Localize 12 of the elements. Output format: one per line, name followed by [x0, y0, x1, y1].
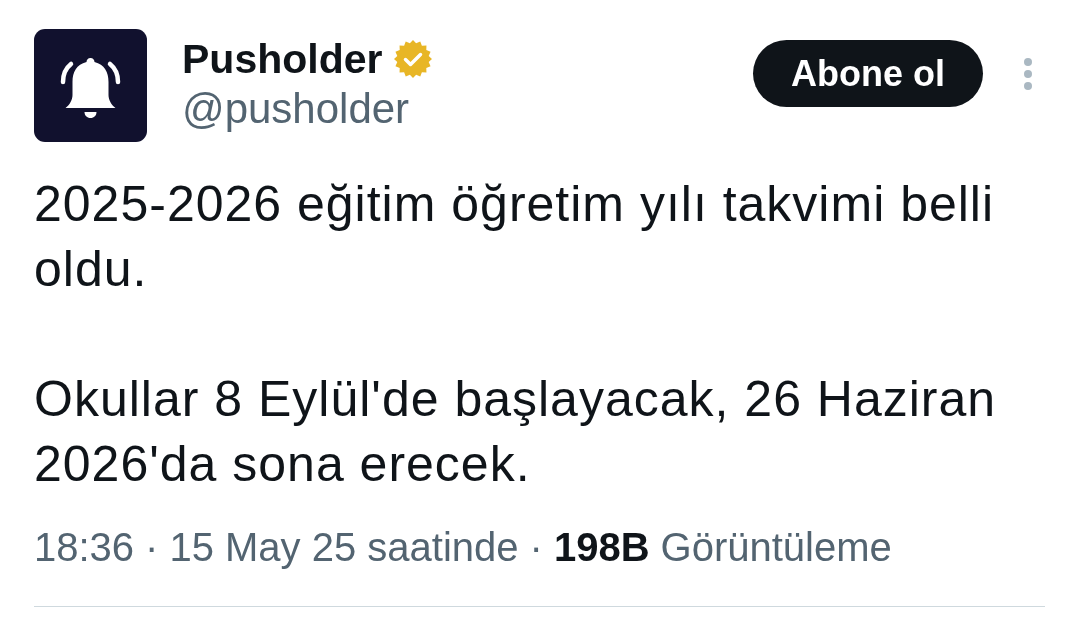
follow-button[interactable]: Abone ol — [753, 40, 983, 107]
post-text: 2025-2026 eğitim öğretim yılı takvimi belli oldu. — [34, 175, 996, 299]
separator-dot: · — [529, 524, 543, 571]
post-text: Okullar 8 Eylül'de başlayacak, 26 Haziran 2026'da sona erecek. — [34, 370, 998, 494]
separator-dot: · — [145, 524, 159, 571]
bell-avatar-icon[interactable] — [34, 29, 147, 142]
views-label: Görüntüleme — [660, 524, 892, 571]
post-time[interactable]: 18:36 — [34, 522, 135, 572]
post-date[interactable]: 15 May 25 saatinde — [169, 522, 519, 572]
author-handle[interactable]: @pusholder — [182, 85, 433, 133]
view-count: 198B — [553, 524, 650, 571]
author-name[interactable]: Pusholder — [182, 36, 383, 82]
